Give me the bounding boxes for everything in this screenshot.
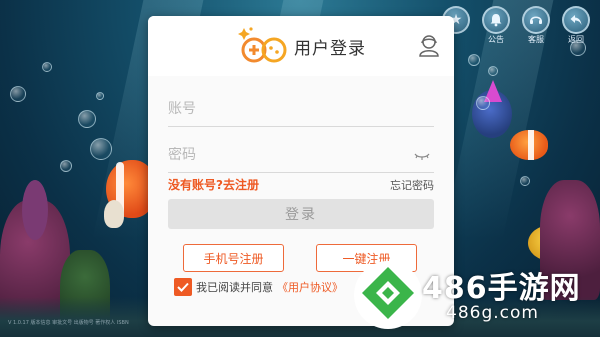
service-icon <box>522 6 550 34</box>
user-icon <box>419 35 439 57</box>
user-agreement-link[interactable]: 《用户协议》 <box>277 279 343 295</box>
password-field <box>168 137 434 173</box>
top-toolbar: ★ 公告 客服 返回 <box>440 6 592 44</box>
go-register-link[interactable]: 没有账号?去注册 <box>168 176 259 193</box>
account-input[interactable] <box>168 100 434 117</box>
back-button[interactable]: 返回 <box>560 6 592 44</box>
watermark: 486手游网 486g.com <box>342 257 600 337</box>
watermark-url: 486g.com <box>446 303 539 323</box>
watermark-title: 486手游网 <box>422 271 581 306</box>
account-switch-button[interactable] <box>418 34 440 58</box>
agreement-row: 我已阅读并同意 《用户协议》 <box>174 278 343 296</box>
gamepad-logo-icon <box>236 26 288 66</box>
link-row: 没有账号?去注册 忘记密码 <box>168 176 434 193</box>
eye-hidden-icon[interactable] <box>414 149 430 161</box>
phone-register-button[interactable]: 手机号注册 <box>183 244 284 272</box>
back-icon <box>562 6 590 34</box>
login-button[interactable]: 登录 <box>168 199 434 229</box>
forgot-password-link[interactable]: 忘记密码 <box>390 177 434 193</box>
dialog-title: 用户登录 <box>294 38 366 59</box>
announcement-button[interactable]: 公告 <box>480 6 512 44</box>
watermark-logo-icon <box>354 261 422 329</box>
bell-icon <box>482 6 510 34</box>
agree-checkbox[interactable] <box>174 278 192 296</box>
check-icon <box>177 282 189 292</box>
agree-text: 我已阅读并同意 <box>196 281 273 294</box>
password-input[interactable] <box>168 146 434 163</box>
account-field <box>168 91 434 127</box>
service-button[interactable]: 客服 <box>520 6 552 44</box>
dialog-header: 用户登录 <box>148 16 454 76</box>
